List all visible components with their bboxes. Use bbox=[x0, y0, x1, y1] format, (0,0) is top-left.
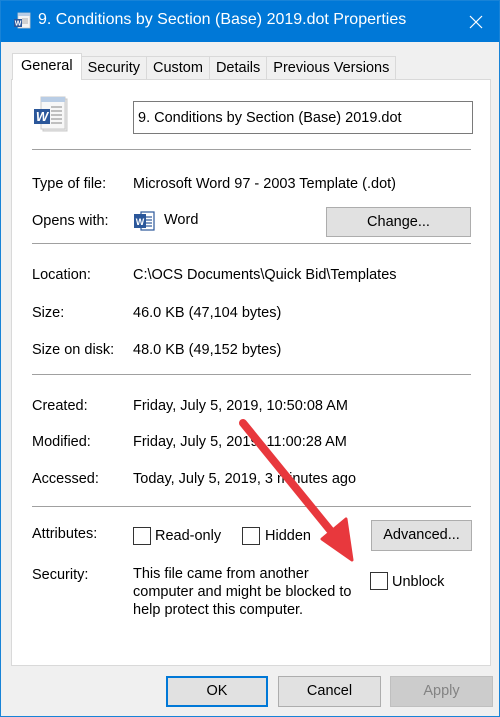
location-value: C:\OCS Documents\Quick Bid\Templates bbox=[133, 267, 397, 283]
read-only-label[interactable]: Read-only bbox=[155, 528, 221, 544]
hidden-checkbox[interactable] bbox=[242, 527, 260, 545]
advanced-button[interactable]: Advanced... bbox=[371, 520, 472, 551]
hidden-label[interactable]: Hidden bbox=[265, 528, 311, 544]
separator bbox=[32, 374, 471, 375]
accessed-label: Accessed: bbox=[32, 471, 99, 487]
separator bbox=[32, 149, 471, 150]
type-of-file-value: Microsoft Word 97 - 2003 Template (.dot) bbox=[133, 176, 396, 192]
word-template-file-icon: W bbox=[34, 96, 68, 132]
opens-with-label: Opens with: bbox=[32, 213, 109, 229]
modified-label: Modified: bbox=[32, 434, 91, 450]
tab-security[interactable]: Security bbox=[80, 56, 147, 80]
word-document-icon: W bbox=[14, 12, 31, 29]
modified-value: Friday, July 5, 2019, 11:00:28 AM bbox=[133, 434, 347, 450]
close-button[interactable] bbox=[453, 1, 499, 42]
size-value: 46.0 KB (47,104 bytes) bbox=[133, 305, 282, 321]
attributes-label: Attributes: bbox=[32, 526, 98, 542]
title-bar[interactable]: W 9. Conditions by Section (Base) 2019.d… bbox=[1, 1, 499, 42]
separator bbox=[32, 243, 471, 244]
security-message: This file came from another computer and… bbox=[133, 566, 352, 618]
created-value: Friday, July 5, 2019, 10:50:08 AM bbox=[133, 398, 348, 414]
tab-details[interactable]: Details bbox=[208, 56, 268, 80]
unblock-label[interactable]: Unblock bbox=[392, 574, 444, 590]
properties-dialog: W 9. Conditions by Section (Base) 2019.d… bbox=[0, 0, 500, 717]
change-button[interactable]: Change... bbox=[326, 207, 471, 237]
type-of-file-label: Type of file: bbox=[32, 176, 107, 192]
svg-text:W: W bbox=[36, 109, 50, 124]
location-label: Location: bbox=[32, 267, 91, 283]
read-only-checkbox[interactable] bbox=[133, 527, 151, 545]
file-name-input[interactable] bbox=[133, 101, 473, 134]
accessed-value: Today, July 5, 2019, 3 minutes ago bbox=[133, 471, 357, 487]
tab-custom[interactable]: Custom bbox=[145, 56, 210, 80]
window-title: 9. Conditions by Section (Base) 2019.dot… bbox=[38, 11, 407, 28]
general-tab-panel: W Type of file: Microsoft Word 97 - 2003… bbox=[11, 79, 491, 666]
size-label: Size: bbox=[32, 305, 65, 321]
opens-with-value: Word bbox=[164, 212, 199, 228]
svg-text:W: W bbox=[136, 217, 145, 227]
cancel-button[interactable]: Cancel bbox=[278, 676, 381, 707]
size-on-disk-value: 48.0 KB (49,152 bytes) bbox=[133, 342, 282, 358]
ok-button[interactable]: OK bbox=[166, 676, 268, 707]
tab-bar: General Security Custom Details Previous… bbox=[12, 53, 397, 80]
apply-button[interactable]: Apply bbox=[390, 676, 493, 707]
tab-previous-versions[interactable]: Previous Versions bbox=[266, 56, 397, 80]
security-label: Security: bbox=[32, 567, 89, 583]
size-on-disk-label: Size on disk: bbox=[32, 342, 115, 358]
created-label: Created: bbox=[32, 398, 88, 414]
svg-text:W: W bbox=[15, 21, 22, 28]
word-app-icon: W bbox=[134, 211, 155, 231]
separator bbox=[32, 506, 471, 507]
unblock-checkbox[interactable] bbox=[370, 572, 388, 590]
tab-general[interactable]: General bbox=[12, 53, 82, 80]
close-icon bbox=[469, 15, 483, 28]
